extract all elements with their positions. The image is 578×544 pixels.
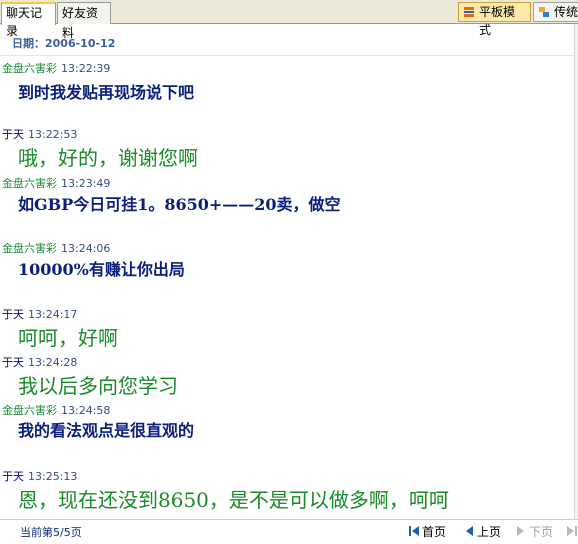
last-page-icon	[567, 526, 577, 536]
sender-name: 于天	[2, 128, 24, 141]
tab-bar: 聊天记录 好友资料 平板模式 传统	[0, 0, 578, 40]
last-page-button[interactable]	[566, 523, 578, 541]
message-time: 13:23:49	[61, 177, 111, 190]
next-page-button[interactable]: 下页	[515, 523, 555, 541]
message-time: 13:25:13	[28, 470, 78, 483]
flat-mode-icon	[464, 7, 474, 17]
classic-mode-icon	[539, 7, 549, 17]
message-text: 我的看法观点是很直观的	[18, 421, 195, 440]
prev-page-label: 上页	[477, 525, 502, 539]
message-time: 13:24:06	[61, 242, 111, 255]
next-page-icon	[517, 526, 524, 536]
next-page-label: 下页	[529, 525, 554, 539]
message-text: 到时我发贴再现场说下吧	[18, 83, 195, 102]
sender-name: 金盘六害彩	[2, 177, 57, 190]
message-text: 10000%有赚让你出局	[18, 260, 185, 279]
sender-name: 于天	[2, 470, 24, 483]
message-time: 13:22:39	[61, 62, 111, 75]
first-page-button[interactable]: 首页	[408, 523, 452, 541]
message-time: 13:24:28	[28, 356, 78, 369]
scrollbar-track[interactable]	[574, 24, 578, 520]
first-page-label: 首页	[422, 525, 447, 539]
tab-friend-profile[interactable]: 好友资料	[57, 2, 111, 40]
sender-name: 于天	[2, 356, 24, 369]
first-page-icon	[409, 526, 419, 536]
prev-page-icon	[466, 526, 473, 536]
classic-mode-button[interactable]: 传统	[533, 2, 578, 22]
tab-chat-history[interactable]: 聊天记录	[1, 2, 56, 38]
message-time: 13:24:17	[28, 308, 78, 321]
sender-name: 金盘六害彩	[2, 404, 57, 417]
message-text: 呵呵，好啊	[18, 326, 118, 350]
sender-name: 金盘六害彩	[2, 62, 57, 75]
message-text: 哦，好的，谢谢您啊	[18, 146, 198, 170]
message-time: 13:24:58	[61, 404, 111, 417]
flat-mode-button[interactable]: 平板模式	[458, 2, 531, 37]
message-text: 我以后多向您学习	[18, 374, 178, 398]
pagination-bar: 当前第5/5页 首页 上页 下页	[0, 519, 578, 544]
date-header: 日期：2006-10-12	[0, 24, 578, 56]
page-info: 当前第5/5页	[20, 526, 82, 539]
message-time: 13:22:53	[28, 128, 78, 141]
prev-page-button[interactable]: 上页	[463, 523, 503, 541]
message-text: 恩，现在还没到8650，是不是可以做多啊，呵呵	[18, 488, 449, 512]
message-text: 如GBP今日可挂1。8650+——20卖，做空	[18, 195, 341, 214]
classic-mode-label: 传统	[554, 5, 578, 19]
sender-name: 金盘六害彩	[2, 242, 57, 255]
message-list[interactable]: 金盘六害彩 13:22:39 到时我发贴再现场说下吧 于天 13:22:53 哦，好…	[0, 56, 574, 519]
date-label: 日期：2006-10-12	[12, 37, 116, 50]
sender-name: 于天	[2, 308, 24, 321]
